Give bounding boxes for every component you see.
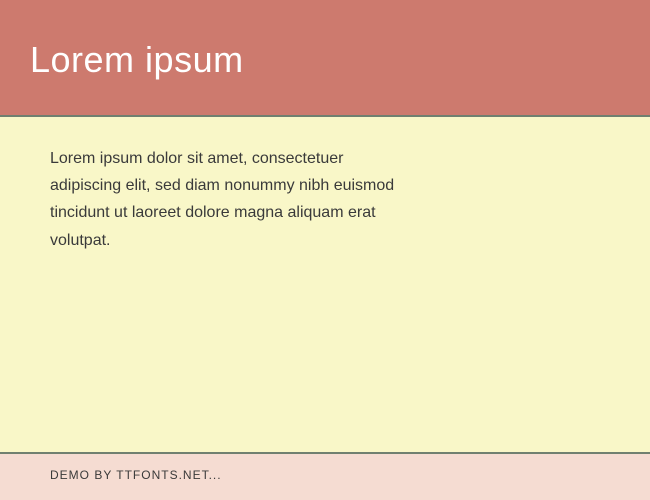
footer-attribution: DEMO BY TTFONTS.NET... [50,468,600,482]
page-title: Lorem ipsum [30,39,244,81]
header-section: Lorem ipsum [0,0,650,115]
body-section: Lorem ipsum dolor sit amet, consectetuer… [0,117,650,452]
footer-section: DEMO BY TTFONTS.NET... [0,454,650,500]
body-paragraph: Lorem ipsum dolor sit amet, consectetuer… [50,145,410,254]
